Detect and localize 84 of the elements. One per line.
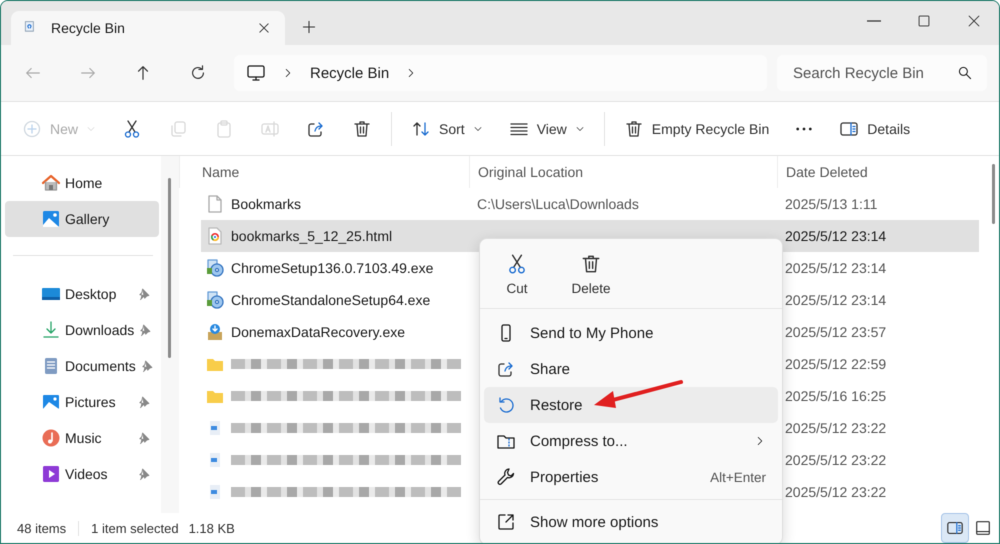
sidebar-item[interactable]: Gallery bbox=[5, 201, 159, 237]
menu-item[interactable]: Show more options bbox=[484, 504, 778, 540]
column-header[interactable]: Original Location bbox=[478, 164, 584, 180]
search-icon bbox=[957, 65, 973, 81]
tiles-view-icon bbox=[974, 519, 992, 537]
sidebar-item[interactable]: Desktop bbox=[5, 276, 159, 312]
search-field[interactable]: Search Recycle Bin bbox=[777, 55, 987, 91]
sidebar-item[interactable]: Home bbox=[5, 165, 159, 201]
table-cell: 2025/5/12 22:59 bbox=[785, 356, 886, 372]
minimize-icon bbox=[867, 20, 881, 22]
breadcrumb[interactable]: Recycle Bin bbox=[310, 64, 390, 82]
pin-icon bbox=[137, 467, 151, 481]
toolbar-button[interactable]: View bbox=[500, 110, 594, 148]
pin-icon bbox=[137, 431, 151, 445]
toolbar-button[interactable]: Sort bbox=[402, 110, 492, 148]
gallery-icon bbox=[41, 209, 61, 229]
trash-icon bbox=[580, 253, 602, 275]
plus-circle-icon bbox=[22, 118, 42, 138]
plus-icon bbox=[301, 19, 317, 35]
sidebar-item[interactable]: Downloads bbox=[5, 312, 159, 348]
file-name: ChromeStandaloneSetup64.exe bbox=[231, 292, 430, 308]
sidebar-item[interactable]: Videos bbox=[5, 456, 159, 492]
download-arrow-icon bbox=[41, 320, 61, 340]
more-icon bbox=[795, 126, 814, 130]
wrench-icon bbox=[496, 467, 516, 487]
menu-item[interactable]: Properties Alt+Enter bbox=[484, 459, 778, 495]
file-name: bookmarks_5_12_25.html bbox=[231, 228, 392, 244]
window-title: Recycle Bin bbox=[51, 20, 126, 36]
picture-icon bbox=[41, 392, 61, 412]
sidebar-item[interactable]: Documents bbox=[5, 348, 159, 384]
package-icon bbox=[205, 322, 225, 342]
window-tab[interactable]: Recycle Bin bbox=[11, 11, 285, 45]
maximize-icon bbox=[917, 14, 931, 28]
scissors-icon bbox=[506, 253, 528, 275]
selection-size: 1.18 KB bbox=[188, 520, 236, 536]
scrollbar-thumb[interactable] bbox=[992, 164, 995, 224]
installer-disc-icon bbox=[205, 258, 225, 278]
pin-icon bbox=[137, 395, 151, 409]
table-cell: 2025/5/12 23:14 bbox=[785, 228, 886, 244]
video-icon bbox=[41, 464, 61, 484]
trash-icon bbox=[352, 118, 372, 138]
menu-item[interactable]: Restore bbox=[484, 387, 778, 423]
scrollbar-thumb[interactable] bbox=[168, 178, 171, 358]
toolbar-button[interactable]: Empty Recycle Bin bbox=[614, 110, 778, 148]
address-bar[interactable]: Recycle Bin bbox=[234, 55, 767, 91]
sidebar-item[interactable]: Music bbox=[5, 420, 159, 456]
rename-icon bbox=[260, 118, 280, 138]
installer-disc-icon bbox=[205, 290, 225, 310]
column-header[interactable]: Date Deleted bbox=[786, 164, 868, 180]
table-cell: C:\Users\Luca\Downloads bbox=[477, 196, 639, 212]
menu-action-button[interactable]: Cut bbox=[484, 249, 550, 300]
table-cell: 2025/5/12 23:22 bbox=[785, 420, 886, 436]
menu-item[interactable]: Share bbox=[484, 351, 778, 387]
pin-icon bbox=[138, 323, 152, 337]
pin-icon bbox=[137, 287, 151, 301]
view-toggle-button[interactable] bbox=[941, 513, 969, 543]
menu-item[interactable]: Send to My Phone bbox=[484, 315, 778, 351]
refresh-icon bbox=[189, 64, 207, 82]
table-cell: 2025/5/13 1:11 bbox=[785, 196, 878, 212]
pin-icon bbox=[140, 359, 154, 373]
file-name: ChromeSetup136.0.7103.49.exe bbox=[231, 260, 434, 276]
sidebar-item[interactable]: Pictures bbox=[5, 384, 159, 420]
menu-item[interactable]: Compress to... bbox=[484, 423, 778, 459]
open-external-icon bbox=[496, 512, 516, 532]
trash-icon bbox=[624, 118, 644, 138]
table-cell: 2025/5/12 23:22 bbox=[785, 452, 886, 468]
table-cell: 2025/5/12 23:14 bbox=[785, 292, 886, 308]
column-header[interactable]: Name bbox=[202, 164, 240, 180]
close-icon bbox=[967, 14, 981, 28]
file-name: DonemaxDataRecovery.exe bbox=[231, 324, 406, 340]
music-note-icon bbox=[41, 428, 61, 448]
file-name: Bookmarks bbox=[231, 196, 302, 212]
table-cell: 2025/5/12 23:22 bbox=[785, 484, 886, 500]
selection-info: 1 item selected bbox=[91, 520, 179, 536]
monitor-icon bbox=[246, 63, 266, 83]
item-count: 48 items bbox=[17, 520, 80, 536]
close-icon bbox=[257, 21, 271, 35]
table-cell: 2025/5/12 23:14 bbox=[785, 260, 886, 276]
toolbar-button[interactable]: Details bbox=[830, 110, 920, 148]
details-pane-icon bbox=[946, 519, 964, 537]
table-cell: 2025/5/12 23:57 bbox=[785, 324, 886, 340]
menu-action-button[interactable]: Delete bbox=[558, 249, 624, 300]
house-icon bbox=[41, 173, 61, 193]
table-cell: 2025/5/16 16:25 bbox=[785, 388, 886, 404]
